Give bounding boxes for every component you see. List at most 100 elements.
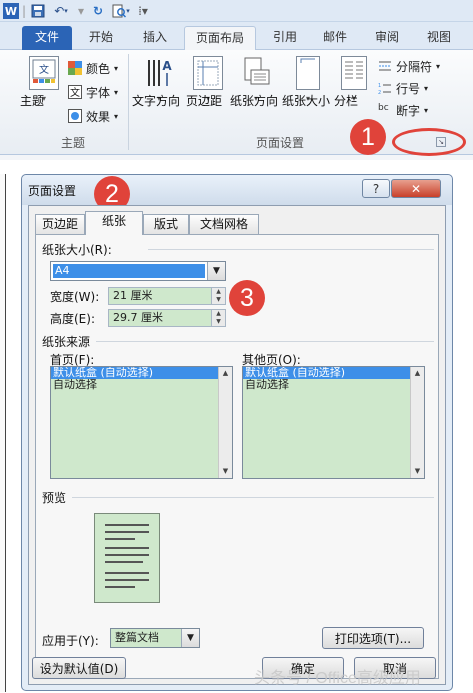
paper-tab-panel: 纸张大小(R): A4 ▼ 宽度(W): 21 厘米 ▲ ▼ 高度(E): 29.…	[35, 234, 439, 679]
margins-icon	[193, 56, 223, 90]
tab-view[interactable]: 视图	[418, 26, 460, 50]
print-options-button[interactable]: 打印选项(T)...	[322, 627, 424, 649]
height-field-label: 高度(E):	[50, 312, 95, 326]
chevron-down-icon[interactable]: ▼	[181, 629, 199, 647]
save-icon[interactable]	[30, 3, 46, 19]
spinner-arrows-icon[interactable]: ▲ ▼	[211, 310, 225, 326]
paper-size-field-label: 纸张大小(R):	[42, 243, 112, 257]
apply-to-select[interactable]: 整篇文档 ▼	[110, 628, 200, 648]
svg-text:文: 文	[70, 86, 80, 99]
paper-size-button[interactable]: 纸张大小 ▾	[282, 54, 334, 130]
height-spinner[interactable]: 29.7 厘米 ▲ ▼	[108, 309, 226, 327]
tab-document-grid[interactable]: 文档网格	[189, 214, 259, 234]
tab-home[interactable]: 开始	[80, 26, 122, 50]
hyphenation-button[interactable]: bc 断字 ▾	[378, 100, 428, 120]
dialog-title: 页面设置	[28, 184, 77, 198]
line-numbers-icon: 12	[378, 81, 392, 96]
spinner-arrows-icon[interactable]: ▲ ▼	[211, 288, 225, 304]
line-numbers-label: 行号	[396, 81, 421, 96]
set-as-default-button[interactable]: 设为默认值(D)	[32, 657, 126, 679]
help-button[interactable]: ?	[362, 179, 390, 198]
callout-1: 1	[350, 119, 386, 155]
theme-fonts-button[interactable]: 文 字体 ▾	[68, 82, 118, 102]
tab-page-layout[interactable]: 页面布局	[184, 26, 256, 51]
tab-insert[interactable]: 插入	[134, 26, 176, 50]
other-pages-tray-list[interactable]: 默认纸盒 (自动选择) 自动选择 ▲ ▼	[242, 366, 425, 479]
svg-text:文: 文	[39, 63, 49, 76]
chevron-down-icon[interactable]: ▼	[207, 262, 225, 280]
scroll-up-icon[interactable]: ▲	[219, 367, 232, 380]
breaks-label: 分隔符	[396, 59, 433, 74]
redo-icon[interactable]: ↻	[90, 3, 106, 19]
paper-source-label: 纸张来源	[42, 335, 91, 349]
word-ribbon: W | ↶ ▾ ▾ ↻ ▾ ⁞▾ 文件 开始 插入 页面布局 引用 邮件 审阅 视…	[0, 0, 473, 160]
orientation-button[interactable]: 纸张方向 ▾	[230, 54, 282, 130]
scrollbar[interactable]: ▲ ▼	[410, 367, 424, 478]
theme-effects-button[interactable]: 效果 ▾	[68, 106, 118, 126]
list-item[interactable]: 默认纸盒 (自动选择)	[51, 367, 232, 379]
width-spinner[interactable]: 21 厘米 ▲ ▼	[108, 287, 226, 305]
section-divider	[72, 497, 434, 498]
list-item[interactable]: 默认纸盒 (自动选择)	[243, 367, 424, 379]
palette-icon	[68, 61, 82, 75]
paper-size-label: 纸张大小	[282, 94, 331, 108]
effects-icon	[68, 109, 82, 123]
tab-mailings[interactable]: 邮件	[314, 26, 356, 50]
orientation-label: 纸张方向	[230, 94, 279, 108]
tab-references[interactable]: 引用	[264, 26, 306, 50]
apply-to-value: 整篇文档	[115, 631, 159, 644]
undo-icon[interactable]: ↶ ▾	[50, 3, 72, 19]
text-direction-button[interactable]: A 文字方向 ▾	[132, 54, 186, 130]
font-icon: 文	[68, 85, 82, 99]
customize-qat-icon[interactable]: ⁞▾	[136, 3, 150, 19]
tab-review[interactable]: 审阅	[366, 26, 408, 50]
dialog-content: 页边距 纸张 版式 文档网格 纸张大小(R): A4 ▼ 宽度(W): 21 厘…	[28, 205, 446, 685]
tab-paper[interactable]: 纸张	[85, 211, 143, 235]
themes-label: 主题	[20, 94, 45, 108]
columns-label: 分栏	[334, 94, 359, 108]
qat-divider-2: ▾	[77, 4, 85, 18]
line-numbers-button[interactable]: 12 行号 ▾	[378, 78, 428, 98]
width-field-label: 宽度(W):	[50, 290, 100, 304]
print-preview-icon[interactable]: ▾	[110, 3, 132, 19]
watermark: 头条号 / Office高级应用	[254, 670, 421, 687]
paper-size-icon	[296, 56, 320, 90]
tab-margins[interactable]: 页边距	[35, 214, 85, 234]
themes-button[interactable]: 文 主题 ▾	[20, 54, 68, 130]
breaks-icon	[378, 59, 392, 73]
list-item[interactable]: 自动选择	[243, 379, 424, 391]
theme-colors-label: 颜色	[86, 61, 111, 76]
dialog-titlebar[interactable]: 页面设置 ? ✕	[22, 175, 452, 205]
page-preview	[94, 513, 160, 603]
close-button[interactable]: ✕	[391, 179, 441, 198]
text-direction-icon: A	[144, 56, 174, 90]
margins-button[interactable]: 页边距 ▾	[186, 54, 230, 130]
tab-file[interactable]: 文件	[22, 26, 72, 50]
list-item[interactable]: 自动选择	[51, 379, 232, 391]
text-direction-label: 文字方向	[132, 94, 181, 108]
breaks-button[interactable]: 分隔符 ▾	[378, 56, 440, 76]
svg-text:A: A	[162, 59, 172, 73]
preview-label: 预览	[42, 491, 67, 505]
scroll-down-icon[interactable]: ▼	[219, 465, 232, 478]
page-setup-group-label: 页面设置	[255, 136, 304, 150]
tab-layout[interactable]: 版式	[143, 214, 189, 234]
theme-group-label: 主题	[60, 136, 85, 150]
group-separator	[128, 54, 129, 150]
hyphenation-label: 断字	[396, 103, 421, 118]
ribbon-tabs: 文件 开始 插入 页面布局 引用 邮件 审阅 视图	[0, 22, 473, 51]
theme-colors-button[interactable]: 颜色 ▾	[68, 58, 118, 78]
paper-size-select[interactable]: A4 ▼	[50, 261, 226, 281]
section-divider	[96, 341, 434, 342]
scroll-up-icon[interactable]: ▲	[411, 367, 424, 380]
scrollbar[interactable]: ▲ ▼	[218, 367, 232, 478]
width-value: 21 厘米	[113, 289, 153, 302]
svg-text:1: 1	[378, 83, 381, 89]
themes-icon: 文	[29, 56, 59, 90]
theme-fonts-label: 字体	[86, 85, 111, 100]
first-page-tray-list[interactable]: 默认纸盒 (自动选择) 自动选择 ▲ ▼	[50, 366, 233, 479]
hyphenation-icon: bc	[378, 103, 389, 113]
qat-divider: |	[21, 4, 27, 18]
svg-text:2: 2	[378, 90, 381, 95]
scroll-down-icon[interactable]: ▼	[411, 465, 424, 478]
